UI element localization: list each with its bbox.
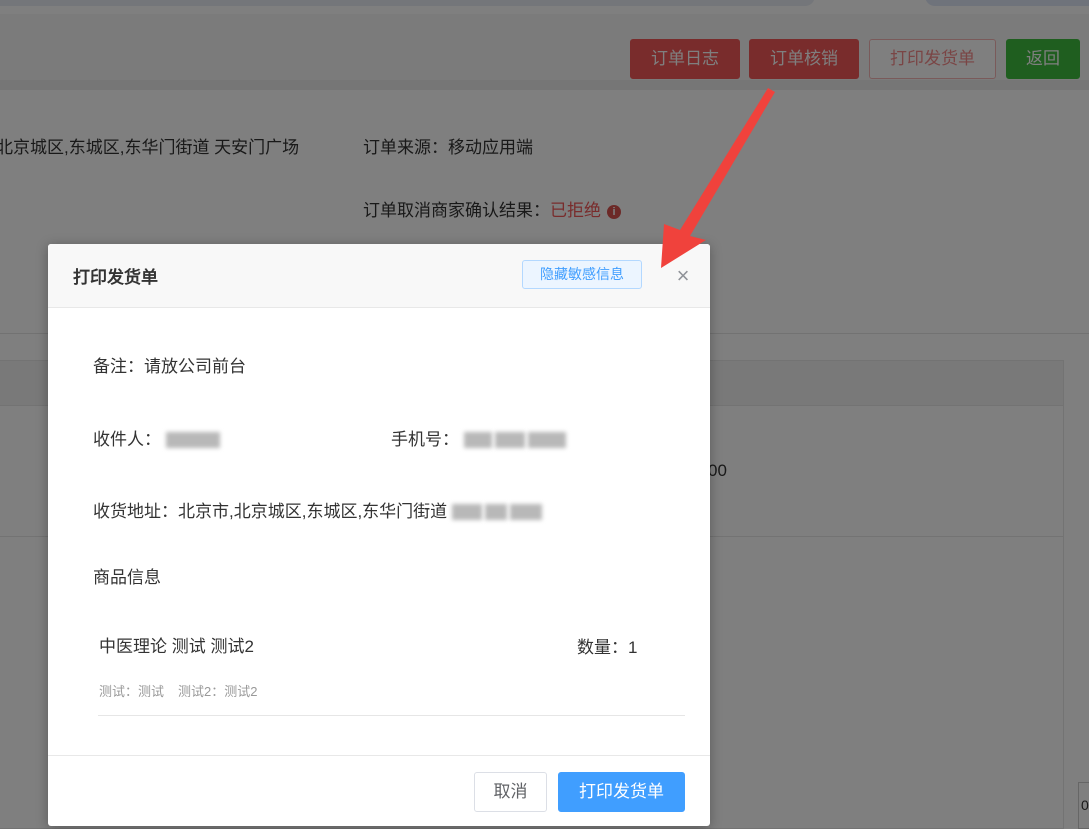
- dialog-title: 打印发货单: [73, 268, 158, 287]
- remark: 备注：请放公司前台: [93, 357, 246, 376]
- goods-quantity: 数量：1: [577, 638, 638, 657]
- phone-field: 手机号：: [391, 425, 569, 450]
- recipient-blurred-value: [165, 431, 223, 450]
- address-field: 收货地址：北京市,北京城区,东城区,东华门街道: [93, 497, 545, 522]
- close-icon[interactable]: ×: [672, 265, 694, 287]
- hide-sensitive-info-button[interactable]: 隐藏敏感信息: [522, 260, 642, 289]
- goods-spec-2: 测试2：测试2: [178, 684, 258, 699]
- recipient-field: 收件人：: [93, 425, 223, 450]
- goods-divider: [98, 715, 685, 716]
- goods-name: 中医理论 测试 测试2: [99, 637, 254, 656]
- dialog-footer: 取消 打印发货单: [48, 755, 710, 826]
- goods-info-title: 商品信息: [93, 568, 161, 587]
- print-button[interactable]: 打印发货单: [558, 772, 685, 812]
- recipient-label: 收件人：: [93, 430, 161, 449]
- phone-blurred-value: [463, 431, 569, 450]
- address-value: 北京市,北京城区,东城区,东华门街道: [178, 502, 448, 521]
- print-delivery-dialog: 打印发货单 隐藏敏感信息 × 备注：请放公司前台 收件人： 手机号： 收货地址：…: [48, 244, 710, 826]
- address-blurred-value: [451, 503, 545, 522]
- phone-label: 手机号：: [391, 430, 459, 449]
- address-label: 收货地址：: [93, 502, 178, 521]
- dialog-header: 打印发货单 隐藏敏感信息 ×: [48, 244, 710, 308]
- cancel-button[interactable]: 取消: [474, 772, 547, 812]
- goods-spec-1: 测试：测试: [99, 684, 165, 699]
- goods-spec: 测试：测试 测试2：测试2: [99, 681, 257, 700]
